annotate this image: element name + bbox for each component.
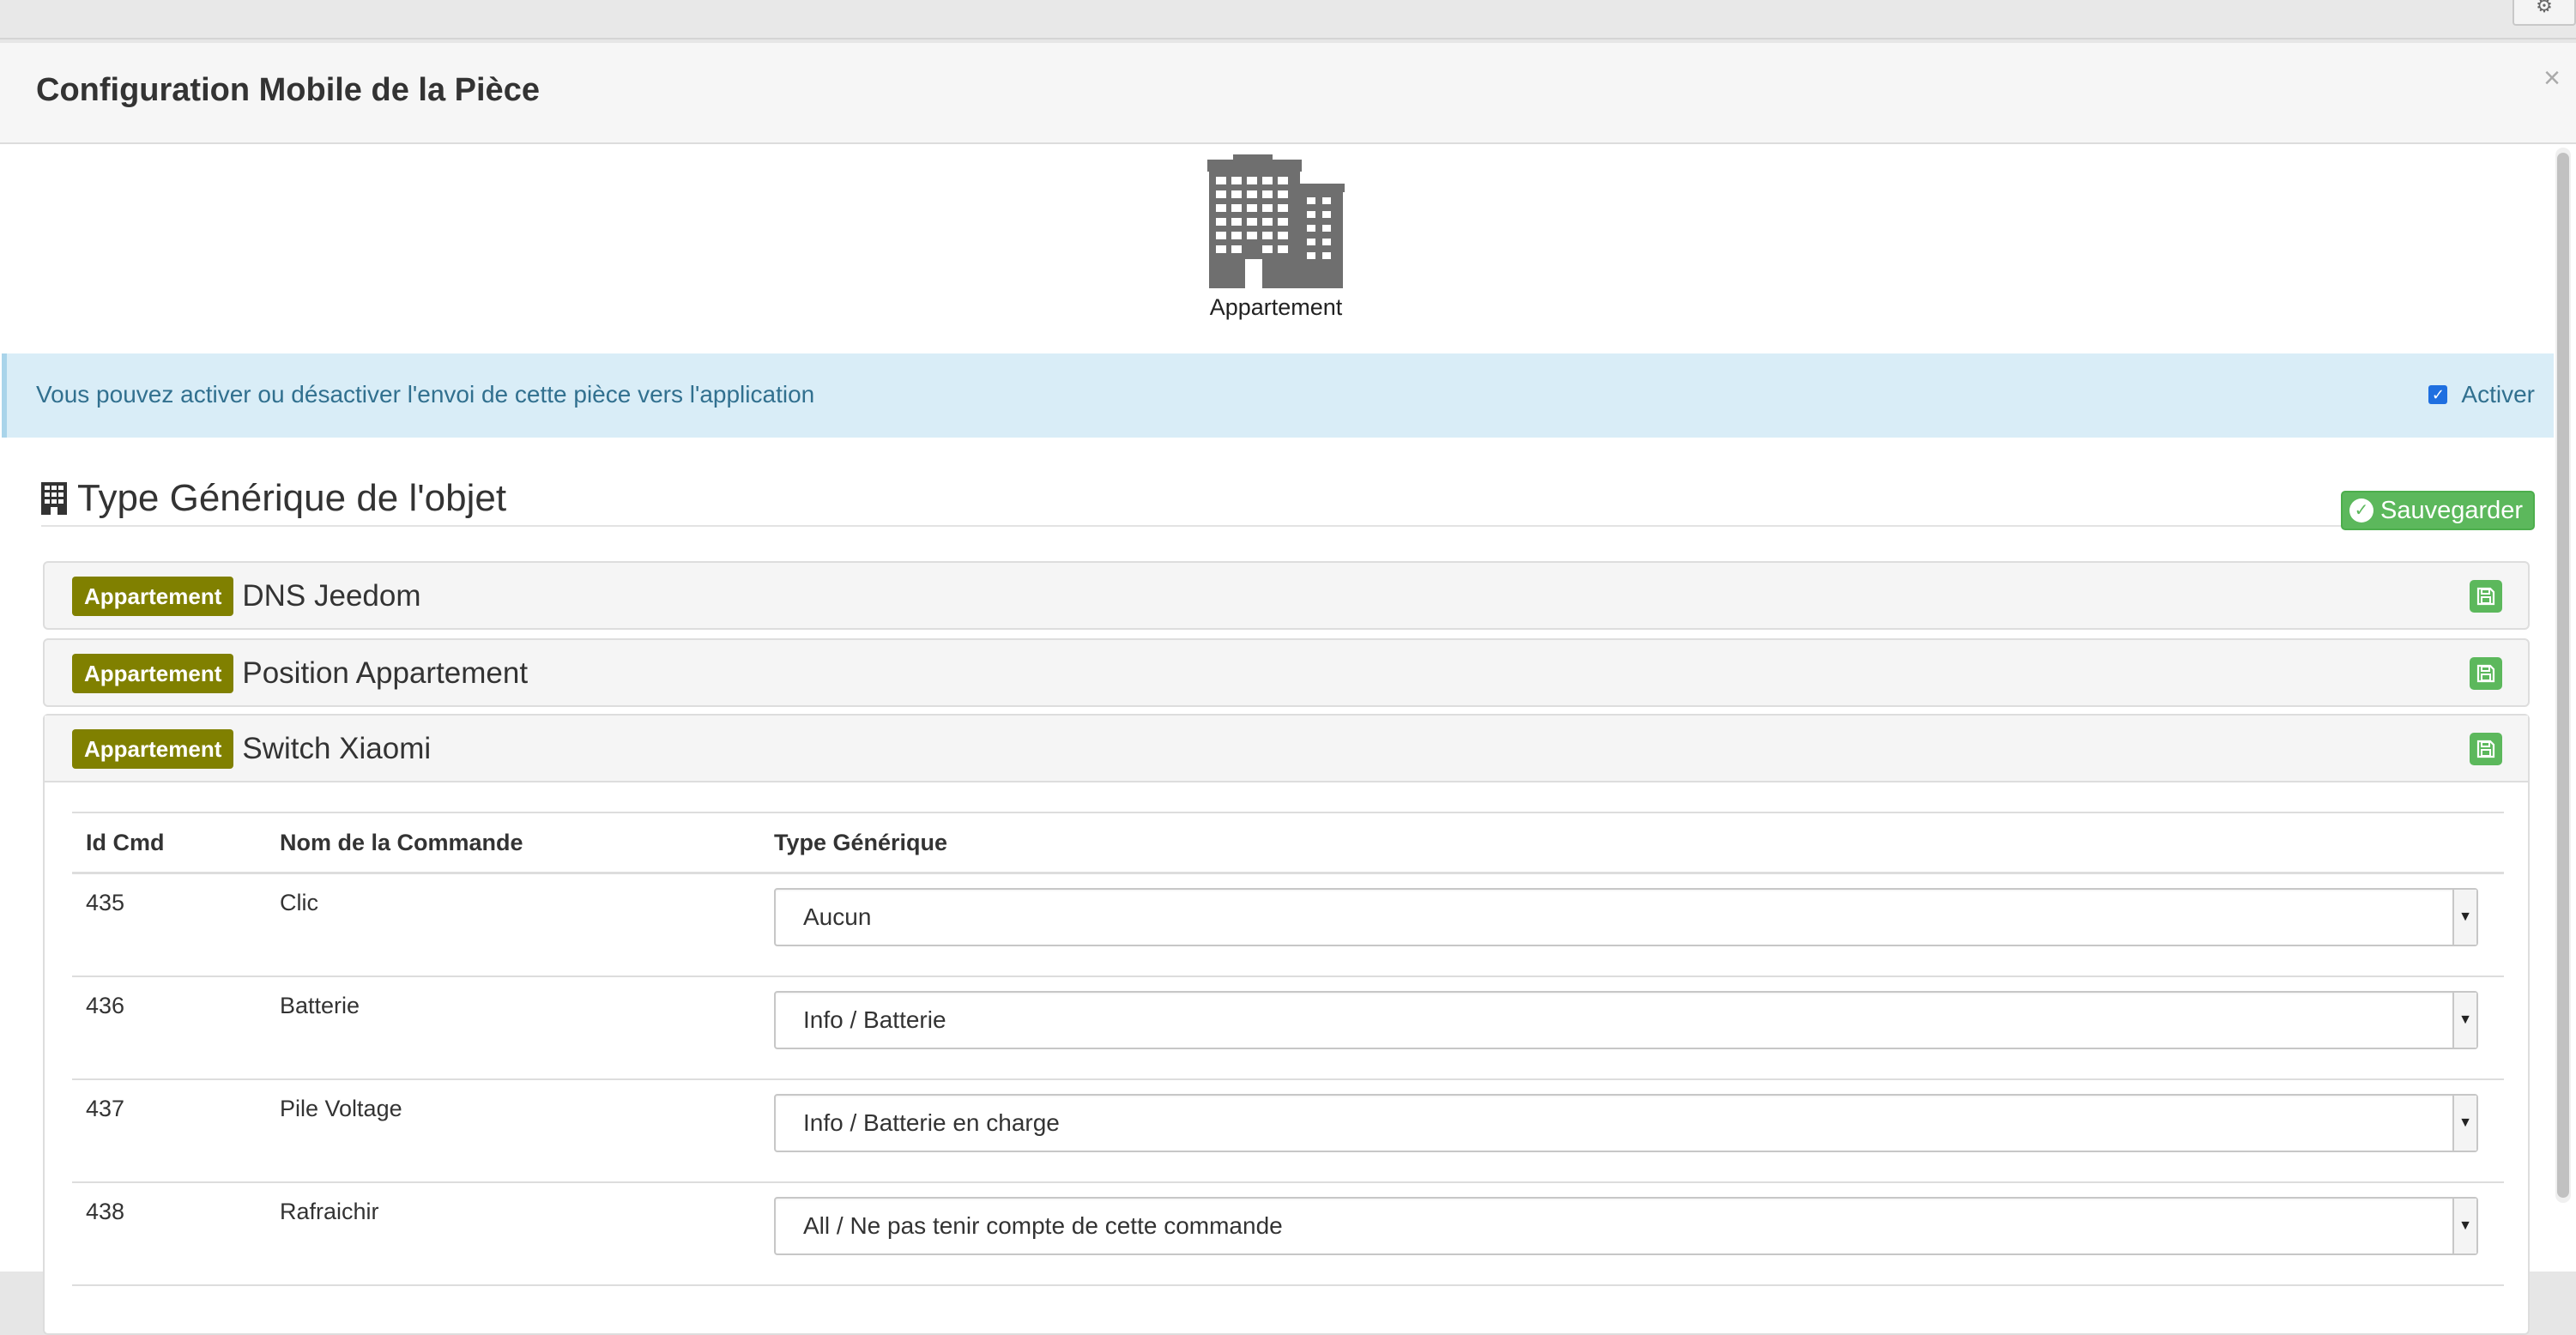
room-badge: Appartement [72,577,234,616]
topbar-action-button[interactable]: ⚙ [2513,0,2576,26]
cmd-name: Batterie [266,976,760,1080]
panel-switch-xiaomi: Appartement Switch Xiaomi Id Cmd Nom de … [43,714,2530,1335]
col-generic-type: Type Générique [760,812,2504,874]
table-header-row: Id Cmd Nom de la Commande Type Générique [72,812,2504,874]
save-floppy-icon[interactable] [2470,657,2502,690]
room-badge: Appartement [72,654,234,693]
col-id-cmd: Id Cmd [72,812,266,874]
commands-table: Id Cmd Nom de la Commande Type Générique… [72,812,2504,1286]
cmd-id: 438 [72,1182,266,1286]
panel-header[interactable]: Appartement Switch Xiaomi [45,716,2528,782]
generic-type-select[interactable]: Info / Batterie ▼ [774,991,2478,1049]
table-row: 436 Batterie Info / Batterie ▼ [72,976,2504,1080]
equipment-name: Position Appartement [242,656,529,690]
alert-text: Vous pouvez activer ou désactiver l'envo… [36,381,815,408]
room-name: Appartement [1209,294,1343,320]
modal-header: Configuration Mobile de la Pièce × [0,43,2576,144]
building-small-icon [41,482,67,515]
building-icon [1207,154,1346,293]
select-value: Info / Batterie en charge [803,1109,1060,1136]
table-row: 437 Pile Voltage Info / Batterie en char… [72,1079,2504,1183]
cmd-id: 437 [72,1079,266,1183]
caret-down-icon[interactable]: ▼ [2452,1199,2476,1253]
activate-checkbox[interactable]: ✓ [2428,385,2448,404]
equipment-name: DNS Jeedom [242,579,421,613]
caret-down-icon[interactable]: ▼ [2452,993,2476,1048]
mobile-config-modal: Configuration Mobile de la Pièce × Appar… [0,43,2576,1335]
cmd-id: 435 [72,873,266,977]
save-floppy-icon[interactable] [2470,580,2502,613]
section-divider [41,525,2526,527]
save-floppy-icon[interactable] [2470,733,2502,765]
info-alert: Vous pouvez activer ou désactiver l'envo… [2,353,2554,438]
panel-dns-jeedom[interactable]: Appartement DNS Jeedom [43,561,2530,630]
select-value: Info / Batterie [803,1006,946,1033]
room-header: Appartement [0,154,2552,321]
equipment-name: Switch Xiaomi [242,732,432,765]
modal-scrollbar[interactable] [2555,148,2571,1203]
activate-label: Activer [2461,381,2535,408]
table-row: 438 Rafraichir All / Ne pas tenir compte… [72,1182,2504,1286]
cmd-name: Clic [266,873,760,977]
generic-type-select[interactable]: Aucun ▼ [774,888,2478,946]
generic-type-select[interactable]: All / Ne pas tenir compte de cette comma… [774,1197,2478,1255]
table-row: 435 Clic Aucun ▼ [72,873,2504,977]
select-value: All / Ne pas tenir compte de cette comma… [803,1212,1283,1239]
generic-type-select[interactable]: Info / Batterie en charge ▼ [774,1094,2478,1152]
close-icon[interactable]: × [2543,62,2561,95]
room-badge: Appartement [72,729,234,769]
caret-down-icon[interactable]: ▼ [2452,890,2476,945]
save-label: Sauvegarder [2380,496,2524,524]
section-title: Type Générique de l'objet [77,477,507,519]
top-bar: ⚙ [0,0,2576,39]
scrollbar-thumb[interactable] [2557,153,2569,1198]
cmd-id: 436 [72,976,266,1080]
section-heading: Type Générique de l'objet [41,477,506,520]
activate-toggle[interactable]: ✓ Activer [2428,381,2535,408]
panel-position-appartement[interactable]: Appartement Position Appartement [43,638,2530,707]
check-circle-icon: ✓ [2349,498,2373,523]
cmd-name: Rafraichir [266,1182,760,1286]
col-command-name: Nom de la Commande [266,812,760,874]
caret-down-icon[interactable]: ▼ [2452,1096,2476,1151]
cmd-name: Pile Voltage [266,1079,760,1183]
select-value: Aucun [803,903,872,930]
save-button[interactable]: ✓ Sauvegarder [2341,491,2536,530]
modal-title: Configuration Mobile de la Pièce [36,72,540,108]
